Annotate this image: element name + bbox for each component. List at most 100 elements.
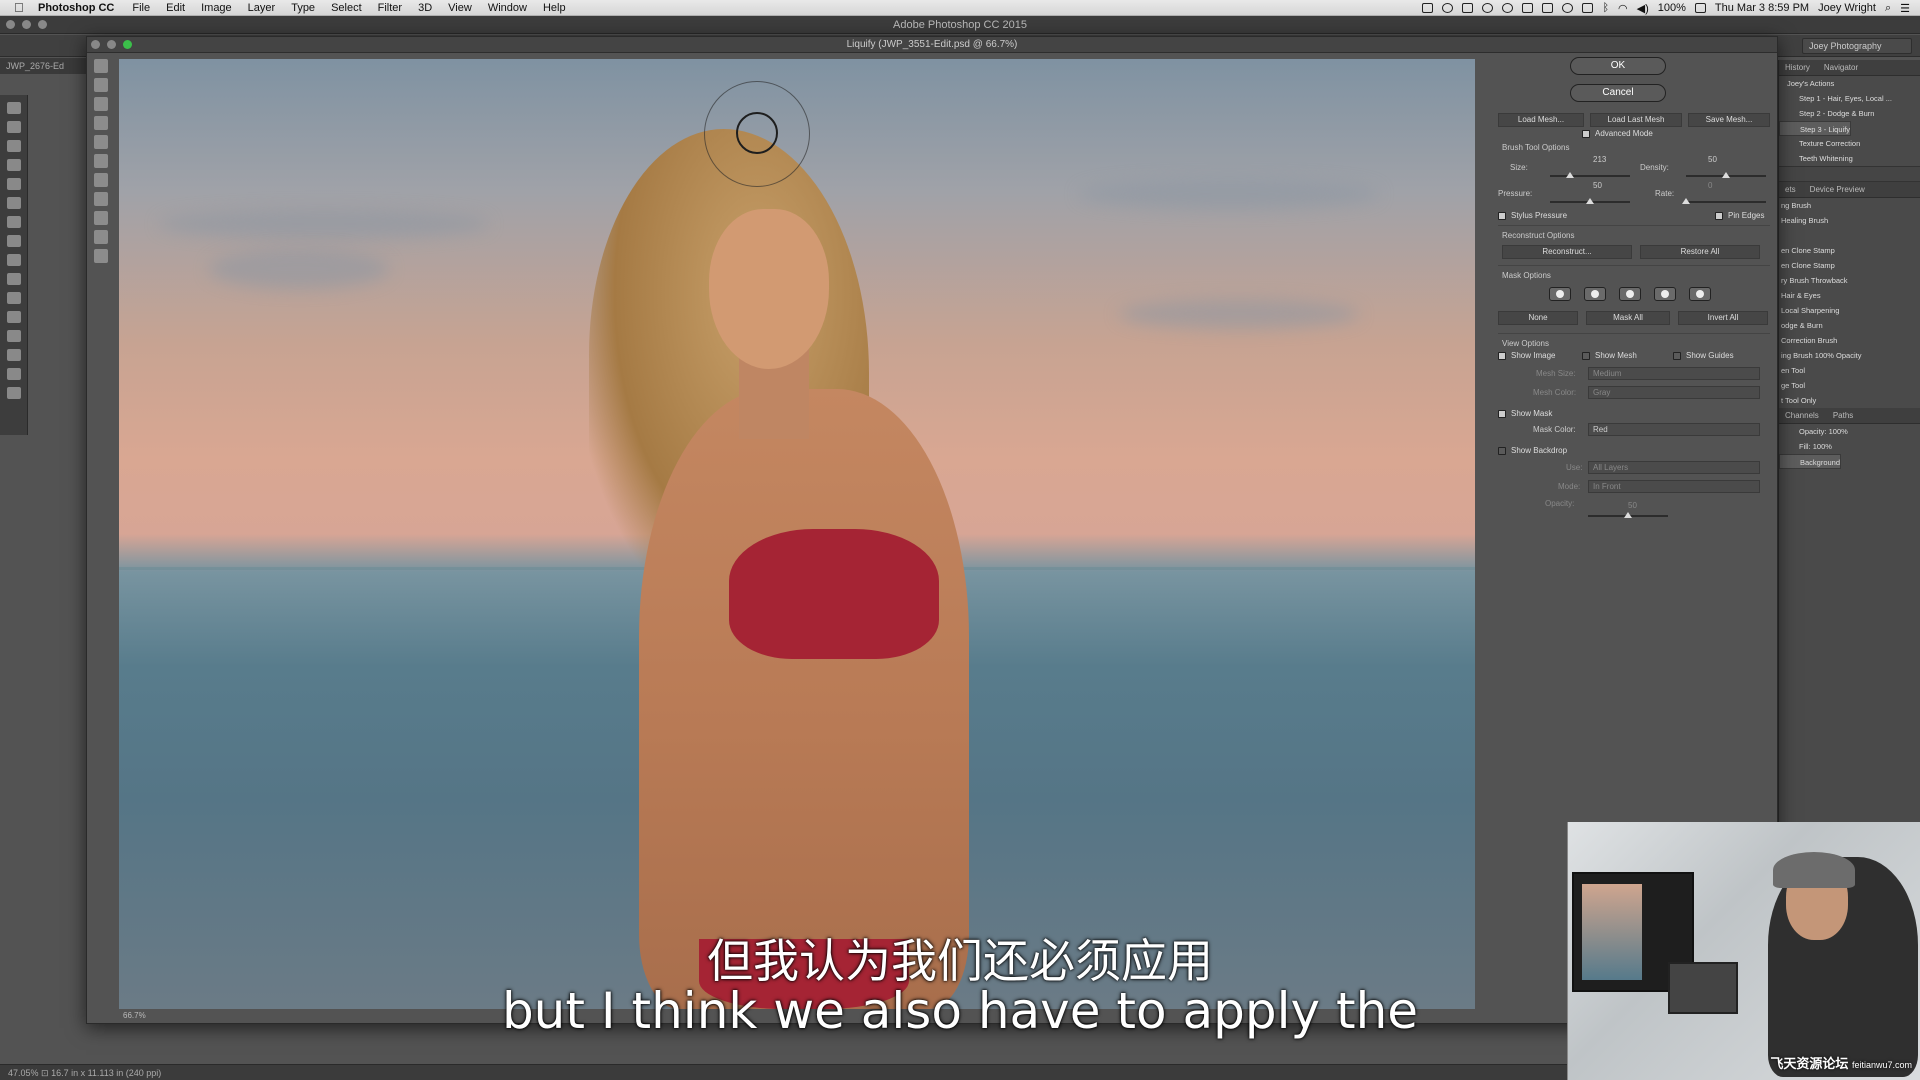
type-tool-icon[interactable] [6,330,21,342]
thaw-mask-icon[interactable] [94,211,108,225]
size-value[interactable]: 213 [1593,155,1606,164]
mask-all-button[interactable]: Mask All [1586,311,1670,325]
pressure-slider[interactable] [1550,198,1630,204]
menu-window[interactable]: Window [488,2,527,14]
mask-none-button[interactable]: None [1498,311,1578,325]
pin-edges-checkbox[interactable]: Pin Edges [1715,211,1764,220]
tool-preset-item[interactable]: Correction Brush [1779,333,1920,348]
clipboard-icon[interactable] [1462,3,1474,13]
tool-preset-item[interactable]: en Clone Stamp [1779,258,1920,273]
action-item[interactable]: Step 2 - Dodge & Burn [1779,106,1920,121]
invert-selection-icon[interactable] [1689,287,1711,301]
record-icon[interactable] [1442,3,1454,13]
ok-button[interactable]: OK [1570,57,1666,75]
color-swatch-icon[interactable] [6,368,21,380]
rate-slider[interactable] [1682,198,1766,204]
current-tool-only[interactable]: t Tool Only [1779,393,1920,408]
clone-stamp-icon[interactable] [6,197,21,209]
wifi-icon[interactable]: ◠ [1618,2,1628,15]
dodge-tool-icon[interactable] [6,254,21,266]
spotlight-icon[interactable]: ⌕ [1885,2,1891,15]
menu-view[interactable]: View [448,2,472,14]
workspace-select[interactable]: Joey Photography [1802,38,1912,54]
action-set[interactable]: Joey's Actions [1779,76,1920,91]
rate-value[interactable]: 0 [1708,181,1712,190]
rate-slider-thumb[interactable] [1682,198,1690,204]
restore-all-button[interactable]: Restore All [1640,245,1760,259]
advanced-mode-checkbox[interactable]: Advanced Mode [1582,129,1653,138]
mesh-size-select[interactable]: Medium [1588,367,1760,380]
replace-selection-icon[interactable] [1549,287,1571,301]
image-canvas[interactable] [119,59,1475,1009]
tab-navigator[interactable]: Navigator [1824,63,1858,72]
cloud-icon[interactable] [1482,3,1494,13]
tool-preset-item[interactable]: ing Brush 100% Opacity [1779,348,1920,363]
zoom-window-button[interactable] [38,20,47,29]
pressure-value[interactable]: 50 [1593,181,1602,190]
screen-mode-icon[interactable] [6,387,21,399]
pen-tool-icon[interactable] [6,292,21,304]
smooth-tool-icon[interactable] [94,97,108,111]
tool-preset-item[interactable]: ge Tool [1779,378,1920,393]
mode-select[interactable]: In Front [1588,480,1760,493]
menu-layer[interactable]: Layer [248,2,276,14]
bloat-tool-icon[interactable] [94,154,108,168]
menu-edit[interactable]: Edit [166,2,185,14]
add-to-selection-icon[interactable] [1584,287,1606,301]
opacity-slider-thumb[interactable] [1624,512,1632,518]
action-item[interactable]: Step 1 - Hair, Eyes, Local ... [1779,91,1920,106]
freeze-mask-icon[interactable] [94,192,108,206]
layer-background[interactable]: Background [1779,454,1842,469]
mask-color-select[interactable]: Red [1588,423,1760,436]
reconstruct-tool-icon[interactable] [94,78,108,92]
opacity-slider[interactable] [1588,512,1668,518]
tool-preset-item[interactable]: Local Sharpening [1779,303,1920,318]
dialog-zoom-button[interactable] [123,40,132,49]
crop-tool-icon[interactable] [6,273,21,285]
lasso-tool-icon[interactable] [6,140,21,152]
forward-warp-icon[interactable] [94,59,108,73]
healing-brush-icon[interactable] [6,159,21,171]
twirl-tool-icon[interactable] [94,116,108,130]
save-mesh-button[interactable]: Save Mesh... [1688,113,1770,127]
menu-image[interactable]: Image [201,2,232,14]
invert-all-button[interactable]: Invert All [1678,311,1768,325]
menu-help[interactable]: Help [543,2,566,14]
path-select-icon[interactable] [6,311,21,323]
marquee-tool-icon[interactable] [6,121,21,133]
hand-tool-icon[interactable] [94,230,108,244]
menu-select[interactable]: Select [331,2,362,14]
clock[interactable]: Thu Mar 3 8:59 PM [1715,2,1809,14]
menu-file[interactable]: File [132,2,150,14]
apple-icon[interactable]:  [14,0,28,15]
pressure-slider-thumb[interactable] [1586,198,1594,204]
display-icon[interactable] [1542,3,1554,13]
creative-cloud-icon[interactable] [1502,3,1514,13]
subtract-from-selection-icon[interactable] [1619,287,1641,301]
battery-icon[interactable] [1694,3,1706,13]
time-machine-icon[interactable] [1562,3,1574,13]
action-item[interactable]: Teeth Whitening [1779,151,1920,166]
size-slider[interactable] [1550,172,1630,178]
bluetooth-icon[interactable]: ᛒ [1602,2,1609,14]
close-window-button[interactable] [6,20,15,29]
tool-preset-item[interactable]: ng Brush [1779,198,1920,213]
airplay-icon[interactable] [1582,3,1594,13]
tab-device-preview[interactable]: Device Preview [1810,185,1865,194]
tool-preset-item[interactable] [1779,228,1920,243]
tool-preset-item[interactable]: Hair & Eyes [1779,288,1920,303]
grid-icon[interactable] [1522,3,1534,13]
show-image-checkbox[interactable]: Show Image [1498,351,1555,360]
density-slider-thumb[interactable] [1722,172,1730,178]
density-slider[interactable] [1686,172,1766,178]
load-mesh-button[interactable]: Load Mesh... [1498,113,1584,127]
menu-3d[interactable]: 3D [418,2,432,14]
stylus-pressure-checkbox[interactable]: Stylus Pressure [1498,211,1567,220]
notification-center-icon[interactable]: ☰ [1900,2,1910,15]
menu-type[interactable]: Type [291,2,315,14]
dropbox-icon[interactable] [1422,3,1434,13]
tab-tool-presets[interactable]: ets [1785,185,1796,194]
show-mesh-checkbox[interactable]: Show Mesh [1582,351,1637,360]
action-item-selected[interactable]: Step 3 - Liquify [1779,121,1852,136]
document-tab[interactable]: JWP_2676-Ed [0,58,88,74]
